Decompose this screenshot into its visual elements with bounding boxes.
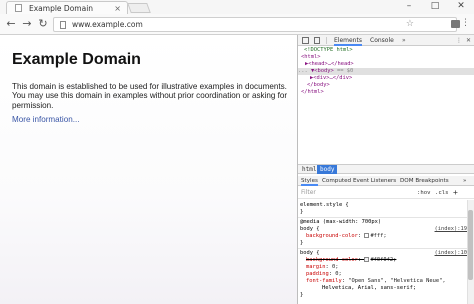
rule2-prop-name: background-color [306,257,358,263]
element-style-selector[interactable]: element.style { [300,202,349,209]
rule2-prop-name: padding [306,271,329,277]
media-query: @media (max-width: 700px) [300,219,382,225]
bookmark-star-icon[interactable]: ☆ [406,18,414,31]
dom-div-node[interactable]: ▶<div>…</div> [310,75,352,82]
page-info-icon[interactable] [60,21,66,29]
dom-head-node[interactable]: ▶<head>…</head> [305,61,354,68]
rule2-value-continuation: Helvetica, Arial, sans-serif; [322,285,417,291]
tab-title: Example Domain [29,3,94,13]
rule1-prop-name: background-color [306,233,358,239]
rule1-declaration[interactable]: background-color: #fff; [306,233,387,240]
rule2-prop-value: "Open Sans", "Helvetica Neue", [348,278,446,284]
hover-state-button[interactable]: :hov [417,187,430,199]
browser-tab[interactable]: Example Domain × [6,1,128,14]
rule2-selector[interactable]: body { [300,250,319,257]
new-tab-button[interactable] [127,3,151,13]
rule2-declaration-overridden[interactable]: background-color: #f0f0f2; [306,257,396,264]
more-subtabs-icon[interactable]: » [463,176,466,186]
page-icon [15,4,22,12]
devtools-panel: Elements Console » ⋮ ✕ <!DOCTYPE html> <… [297,35,474,304]
back-button[interactable]: ← [4,17,18,31]
page-paragraph: This domain is established to be used fo… [12,82,288,110]
rule2-declaration[interactable]: padding: 0; [306,271,342,278]
rule1-selector[interactable]: body { [300,226,319,233]
styles-subtabs: Styles Computed Event Listeners DOM Brea… [298,176,474,186]
minimize-button[interactable]: – [396,0,422,12]
rule-divider [298,217,468,218]
toolbar-divider [326,37,327,44]
maximize-button[interactable]: □ [422,0,448,12]
dom-html-open[interactable]: <html> [301,54,320,61]
color-swatch-icon[interactable] [364,233,370,238]
tab-close-icon[interactable]: × [114,3,121,14]
rule-close-brace: } [300,209,304,215]
dom-dots: ... [298,68,308,74]
devtools-menu-icon[interactable]: ⋮ [456,35,462,46]
page-viewport: Example Domain This domain is establishe… [0,35,297,304]
breadcrumb: html body [298,164,474,174]
styles-pane: element.style { } @media (max-width: 700… [298,200,468,304]
more-tabs-icon[interactable]: » [402,35,406,46]
dom-doctype[interactable]: <!DOCTYPE html> [304,47,353,54]
tab-styles[interactable]: Styles [301,176,318,186]
extension-icon[interactable] [451,20,460,28]
tab-elements[interactable]: Elements [334,35,362,46]
tab-dom-breakpoints[interactable]: DOM Breakpoints [400,176,449,186]
rule2-prop-name: margin [306,264,326,270]
forward-button[interactable]: → [20,17,34,31]
dom-body-marker: == $0 [336,68,354,74]
rule1-source-link[interactable]: (index):19 [435,226,467,233]
page-heading: Example Domain [12,51,141,68]
close-window-button[interactable]: ✕ [448,0,474,12]
dom-body-close[interactable]: </body> [307,82,330,89]
rule-close-brace: } [300,240,304,246]
tab-computed[interactable]: Computed [322,176,351,186]
styles-filter-input[interactable]: Filter [301,187,316,199]
styles-filter-row: Filter :hov .cls + [298,187,474,199]
rule2-prop-value: 0; [331,264,339,270]
device-toolbar-icon[interactable] [314,37,320,44]
browser-toolbar: ← → ↻ www.example.com ☆ ⋮ [0,14,474,35]
url-text[interactable]: www.example.com [72,19,143,31]
dom-html-close[interactable]: </html> [301,89,324,96]
devtools-close-icon[interactable]: ✕ [466,35,471,46]
class-toggle-button[interactable]: .cls [435,187,448,199]
rule2-source-link[interactable]: (index):10 [435,250,467,257]
dom-body-node-selected[interactable]: ... ▼<body> == $0 [298,68,474,75]
rule2-prop-value: 0; [335,271,342,277]
dom-body-open: ▼<body> [311,68,334,74]
devtools-toolbar: Elements Console » ⋮ ✕ [298,35,474,46]
reload-button[interactable]: ↻ [36,17,50,31]
more-information-link[interactable]: More information... [12,115,79,124]
inspect-element-icon[interactable] [302,37,309,44]
add-rule-button[interactable]: + [453,187,458,199]
window-controls: – □ ✕ [396,0,474,12]
address-bar[interactable]: www.example.com ☆ [53,17,457,32]
breadcrumb-body[interactable]: body [317,165,338,174]
rule2-declaration[interactable]: font-family: "Open Sans", "Helvetica Neu… [306,278,446,285]
rule2-prop-value: #f0f0f2; [370,257,397,263]
rule2-declaration[interactable]: margin: 0; [306,264,338,271]
rule-divider [298,248,468,249]
tab-strip: Example Domain × – □ ✕ [0,0,474,14]
tab-console[interactable]: Console [370,35,394,46]
rule-close-brace: } [300,292,304,298]
rule2-prop-name: font-family [306,278,342,284]
rule1-prop-value: #fff; [370,233,387,239]
styles-scrollbar-thumb[interactable] [468,210,473,280]
color-swatch-icon[interactable] [364,257,370,262]
browser-menu-icon[interactable]: ⋮ [461,17,470,30]
dom-tree: <!DOCTYPE html> <html> ▶<head>…</head> .… [298,47,474,164]
tab-event-listeners[interactable]: Event Listeners [353,176,396,186]
